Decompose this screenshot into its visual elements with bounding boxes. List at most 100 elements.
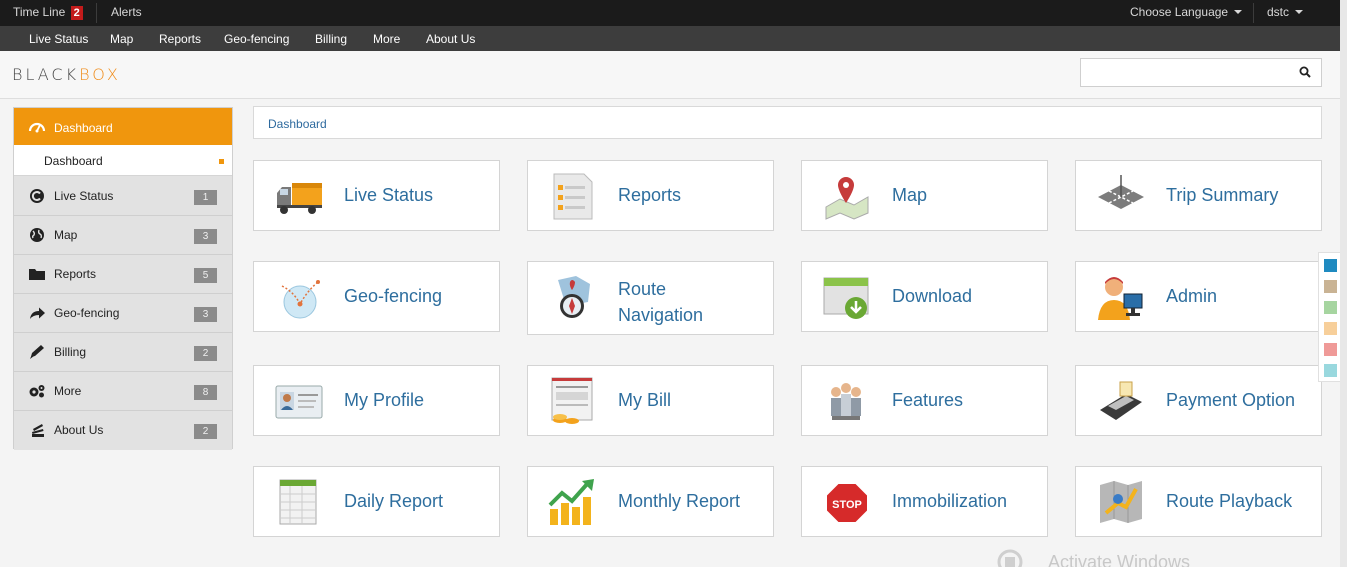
dashboard-gauge-icon	[28, 122, 46, 133]
invoice-coins-icon	[551, 377, 593, 424]
main-nav: Live Status Map Reports Geo-fencing Bill…	[0, 26, 1340, 51]
nav-geo-fencing[interactable]: Geo-fencing	[224, 32, 289, 46]
sidebar-item-reports[interactable]: Reports 5	[14, 255, 232, 294]
live-status-icon	[30, 189, 44, 203]
count-badge: 1	[194, 190, 217, 205]
scrollbar[interactable]	[1340, 0, 1347, 567]
count-badge: 5	[194, 268, 217, 283]
report-document-icon	[553, 173, 593, 220]
tile-my-bill[interactable]: My Bill	[527, 365, 774, 436]
sidebar-item-label: Live Status	[54, 189, 114, 203]
nav-live-status[interactable]: Live Status	[29, 32, 88, 46]
svg-text:STOP: STOP	[832, 499, 862, 511]
sidebar-item-map[interactable]: Map 3	[14, 216, 232, 255]
map-pin-icon	[825, 177, 869, 220]
language-dropdown[interactable]: Choose Language	[1130, 5, 1243, 19]
swatch-red[interactable]	[1324, 343, 1337, 356]
sidebar-item-live-status[interactable]: Live Status 1	[14, 177, 232, 216]
tile-label: Payment Option	[1166, 390, 1296, 410]
swatch-blue[interactable]	[1324, 259, 1337, 272]
swatch-orange[interactable]	[1324, 322, 1337, 335]
nav-map[interactable]: Map	[110, 32, 133, 46]
compass-map-icon	[558, 276, 590, 318]
tile-label: My Bill	[618, 390, 671, 410]
sidebar-item-about-us[interactable]: About Us 2	[14, 411, 232, 450]
top-bar: Time Line 2 Alerts Choose Language dstc	[0, 0, 1340, 26]
tile-label: Live Status	[344, 185, 434, 205]
count-badge: 2	[194, 346, 217, 361]
spreadsheet-icon	[279, 479, 317, 525]
swatch-tan[interactable]	[1324, 280, 1337, 293]
share-arrow-icon	[30, 307, 45, 319]
swatch-green[interactable]	[1324, 301, 1337, 314]
sidebar-subitem-dashboard[interactable]: Dashboard	[14, 145, 232, 176]
tile-immobilization[interactable]: STOP Immobilization	[801, 466, 1048, 537]
divider	[96, 3, 97, 23]
globe-icon	[30, 228, 44, 242]
tile-label: Trip Summary	[1166, 185, 1279, 205]
sidebar-item-label: More	[54, 384, 82, 398]
user-dropdown[interactable]: dstc	[1267, 5, 1304, 19]
sidebar-item-label: Reports	[54, 267, 97, 281]
chevron-down-icon	[1295, 10, 1304, 14]
tile-label: Route Playback	[1166, 491, 1293, 511]
tile-daily-report[interactable]: Daily Report	[253, 466, 500, 537]
nav-reports[interactable]: Reports	[159, 32, 201, 46]
nav-about-us[interactable]: About Us	[426, 32, 475, 46]
tile-route-navigation[interactable]: Route Navigation	[527, 261, 774, 335]
tile-reports[interactable]: Reports	[527, 160, 774, 231]
timeline-link[interactable]: Time Line 2	[13, 5, 83, 20]
count-badge: 2	[194, 424, 217, 439]
tile-my-profile[interactable]: My Profile	[253, 365, 500, 436]
timeline-count-badge: 2	[70, 6, 83, 20]
tile-payment-option[interactable]: Payment Option	[1075, 365, 1322, 436]
search-input[interactable]	[1085, 63, 1285, 83]
sidebar-item-label: Dashboard	[54, 121, 113, 135]
count-badge: 8	[194, 385, 217, 400]
tile-label: Monthly Report	[618, 491, 741, 511]
sidebar-item-more[interactable]: More 8	[14, 372, 232, 411]
theme-color-picker	[1318, 252, 1340, 382]
logo-text-box: BOX	[79, 65, 121, 84]
tile-map[interactable]: Map	[801, 160, 1048, 231]
sidebar-item-geo-fencing[interactable]: Geo-fencing 3	[14, 294, 232, 333]
sidebar-item-label: Map	[54, 228, 78, 242]
sidebar-item-dashboard[interactable]: Dashboard	[14, 108, 232, 145]
geofence-globe-icon	[281, 280, 320, 319]
tile-download[interactable]: Download	[801, 261, 1048, 332]
tile-trip-summary[interactable]: Trip Summary	[1075, 160, 1322, 231]
tile-label: Map	[892, 185, 928, 205]
active-indicator	[219, 159, 224, 164]
tile-route-playback[interactable]: Route Playback	[1075, 466, 1322, 537]
tile-label: Geo-fencing	[344, 286, 443, 306]
user-label: dstc	[1267, 5, 1290, 19]
watermark-text: Activate Windows	[1048, 552, 1191, 567]
page-header: BLACKBOX	[0, 51, 1340, 99]
count-badge: 3	[194, 307, 217, 322]
nav-billing[interactable]: Billing	[315, 32, 347, 46]
alerts-link[interactable]: Alerts	[111, 5, 142, 19]
stop-sign-icon: STOP	[825, 482, 869, 524]
count-badge: 3	[194, 229, 217, 244]
nav-more[interactable]: More	[373, 32, 400, 46]
sidebar-item-billing[interactable]: Billing 2	[14, 333, 232, 372]
tile-monthly-report[interactable]: Monthly Report	[527, 466, 774, 537]
tile-live-status[interactable]: Live Status	[253, 160, 500, 231]
windows-watermark-icon	[997, 549, 1023, 567]
brand-logo[interactable]: BLACKBOX	[12, 65, 121, 84]
growth-chart-icon	[548, 479, 594, 525]
breadcrumb: Dashboard	[253, 106, 1322, 139]
breadcrumb-dashboard[interactable]: Dashboard	[268, 117, 327, 131]
tile-features[interactable]: Features	[801, 365, 1048, 436]
tile-geo-fencing[interactable]: Geo-fencing	[253, 261, 500, 332]
folder-icon	[29, 269, 45, 280]
sidebar-item-label: About Us	[54, 423, 104, 437]
search-icon[interactable]	[1299, 66, 1311, 78]
swatch-cyan[interactable]	[1324, 364, 1337, 377]
admin-user-icon	[1098, 277, 1143, 320]
tile-admin[interactable]: Admin	[1075, 261, 1322, 332]
tile-label: Reports	[618, 185, 682, 205]
tile-label: Route Navigation	[618, 279, 704, 325]
tile-label: Download	[892, 286, 973, 306]
sidebar-subitem-label: Dashboard	[44, 154, 103, 168]
